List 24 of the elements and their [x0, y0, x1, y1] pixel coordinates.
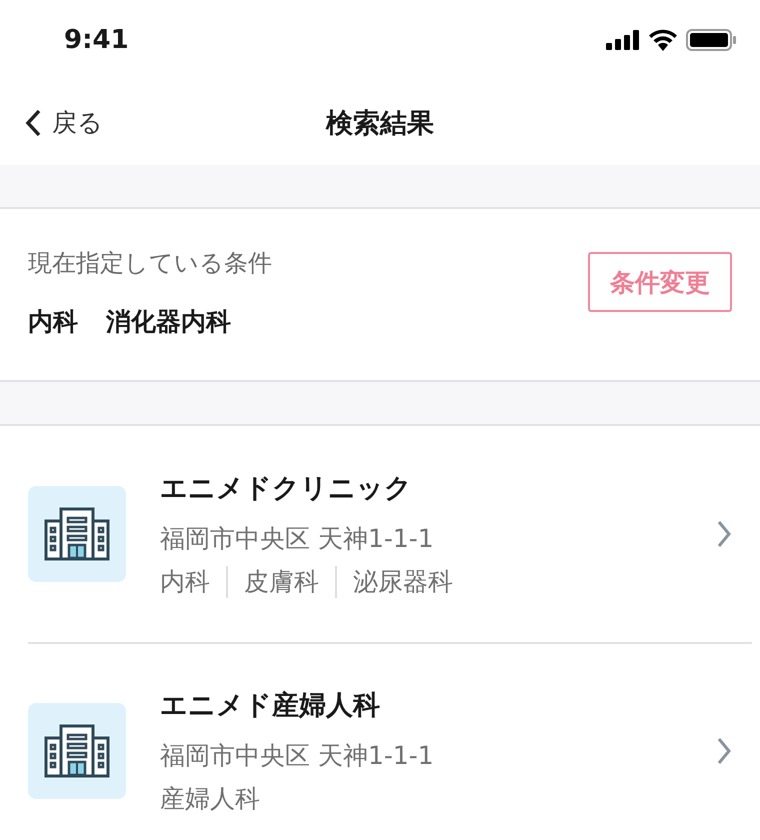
- conditions-heading: 現在指定している条件: [28, 248, 272, 279]
- department-label: 内科: [160, 566, 210, 598]
- condition-tag: 内科: [28, 305, 78, 338]
- building-icon: [44, 507, 110, 561]
- clinic-name: エニメド産婦人科: [160, 689, 381, 723]
- chevron-right-icon: [716, 737, 732, 765]
- building-icon: [44, 724, 110, 778]
- chevron-left-icon: [24, 108, 42, 136]
- clinic-name: エニメドクリニック: [160, 472, 413, 506]
- battery-icon: [686, 29, 736, 51]
- screen-title: 検索結果: [326, 106, 434, 140]
- status-time: 9:41: [64, 25, 129, 55]
- wifi-icon: [648, 29, 678, 51]
- signal-icon: [606, 30, 640, 50]
- clinic-list-item[interactable]: エニメド産婦人科 福岡市中央区 天神1-1-1 産婦人科: [28, 642, 752, 840]
- department-label: 泌尿器科: [353, 566, 453, 598]
- department-label: 皮膚科: [244, 566, 319, 598]
- condition-tag: 消化器内科: [106, 305, 231, 338]
- clinic-address: 福岡市中央区 天神1-1-1: [160, 523, 435, 555]
- back-button[interactable]: 戻る: [24, 106, 103, 139]
- clinic-address: 福岡市中央区 天神1-1-1: [160, 740, 435, 772]
- clinic-list-item[interactable]: エニメドクリニック 福岡市中央区 天神1-1-1 内科 皮膚科 泌尿器科: [0, 426, 760, 642]
- department-label: 産婦人科: [160, 783, 260, 815]
- chevron-right-icon: [716, 520, 732, 548]
